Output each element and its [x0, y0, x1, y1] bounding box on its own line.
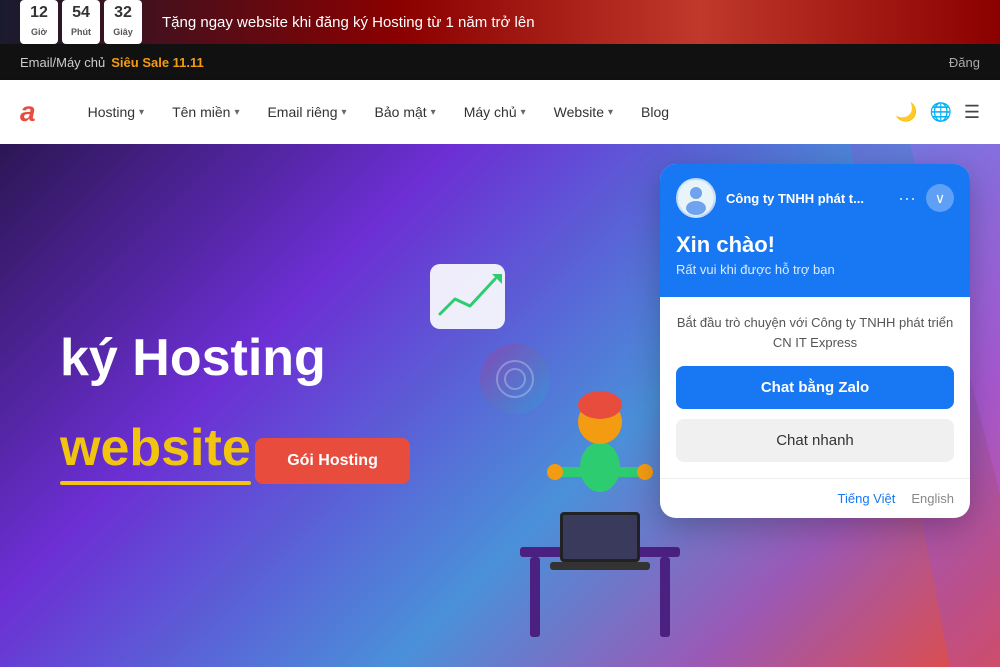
chat-company-name: Công ty TNHH phát t... [726, 191, 888, 206]
nav-item-may-chu[interactable]: Máy chủ ▾ [452, 96, 538, 128]
nav-item-email-rieng[interactable]: Email riêng ▾ [255, 96, 358, 128]
chevron-down-icon: ▾ [234, 107, 239, 118]
hero-title: ký Hosting [60, 327, 410, 389]
hero-content: ký Hosting website Gói Hosting [60, 327, 410, 483]
lang-vi-button[interactable]: Tiếng Việt [838, 491, 896, 506]
countdown-banner: 12 Giờ 54 Phút 32 Giây Tặng ngay website… [0, 0, 1000, 44]
countdown-boxes: 12 Giờ 54 Phút 32 Giây [20, 0, 142, 44]
chat-minimize-button[interactable]: ∨ [926, 184, 954, 212]
nav-item-hosting[interactable]: Hosting ▾ [76, 96, 157, 128]
chevron-down-icon: ▾ [342, 107, 347, 118]
chat-greeting-title: Xin chào! [676, 232, 954, 258]
chat-body: Bắt đầu trò chuyện với Công ty TNHH phát… [660, 297, 970, 478]
countdown-seconds: 32 Giây [104, 0, 142, 44]
hero-section: ký Hosting website Gói Hosting [0, 144, 1000, 667]
nav-icons: 🌙 🌐 ☰ [895, 102, 980, 123]
dark-mode-icon[interactable]: 🌙 [895, 102, 917, 123]
chat-greeting-subtitle: Rất vui khi được hỗ trợ bạn [676, 262, 954, 277]
ball-decoration [480, 344, 550, 414]
chat-greeting: Xin chào! Rất vui khi được hỗ trợ bạn [660, 232, 970, 297]
chat-quick-button[interactable]: Chat nhanh [676, 419, 954, 462]
countdown-hours: 12 Giờ [20, 0, 58, 44]
trend-arrow-decoration [430, 264, 510, 339]
nav-item-blog[interactable]: Blog [629, 96, 681, 128]
chat-header: Công ty TNHH phát t... ··· ∨ [660, 164, 970, 232]
language-icon[interactable]: 🌐 [929, 102, 951, 123]
logo[interactable]: a [20, 96, 36, 128]
lang-en-button[interactable]: English [911, 491, 954, 506]
chevron-down-icon: ▾ [139, 107, 144, 118]
chat-avatar [676, 178, 716, 218]
menu-icon[interactable]: ☰ [964, 102, 980, 123]
nav-item-bao-mat[interactable]: Bảo mật ▾ [363, 96, 448, 128]
chevron-down-icon: ▾ [608, 107, 613, 118]
chat-options-icon[interactable]: ··· [898, 188, 916, 209]
nav-item-website[interactable]: Website ▾ [542, 96, 625, 128]
chat-widget: Công ty TNHH phát t... ··· ∨ Xin chào! R… [660, 164, 970, 518]
cta-button[interactable]: Gói Hosting [255, 438, 410, 484]
chat-footer: Tiếng Việt English [660, 478, 970, 518]
chat-zalo-button[interactable]: Chat bằng Zalo [676, 366, 954, 409]
sale-bar-left: Email/Máy chủ Siêu Sale 11.11 [20, 55, 204, 70]
nav-item-ten-mien[interactable]: Tên miền ▾ [160, 96, 251, 128]
sale-bar-prefix: Email/Máy chủ [20, 55, 105, 70]
banner-text: Tặng ngay website khi đăng ký Hosting từ… [162, 14, 535, 31]
nav-links: Hosting ▾ Tên miền ▾ Email riêng ▾ Bảo m… [76, 96, 895, 128]
chat-prompt-text: Bắt đầu trò chuyện với Công ty TNHH phát… [676, 313, 954, 352]
sale-bar-right: Đăng [949, 55, 980, 70]
hero-subtitle: website [60, 417, 251, 479]
countdown-minutes: 54 Phút [62, 0, 100, 44]
sale-bar: Email/Máy chủ Siêu Sale 11.11 Đăng [0, 44, 1000, 80]
sale-link[interactable]: Siêu Sale 11.11 [111, 55, 204, 70]
chevron-down-icon: ▾ [521, 107, 526, 118]
chat-header-icons: ··· ∨ [898, 184, 954, 212]
navbar: a Hosting ▾ Tên miền ▾ Email riêng ▾ Bảo… [0, 80, 1000, 144]
chevron-down-icon: ▾ [431, 107, 436, 118]
